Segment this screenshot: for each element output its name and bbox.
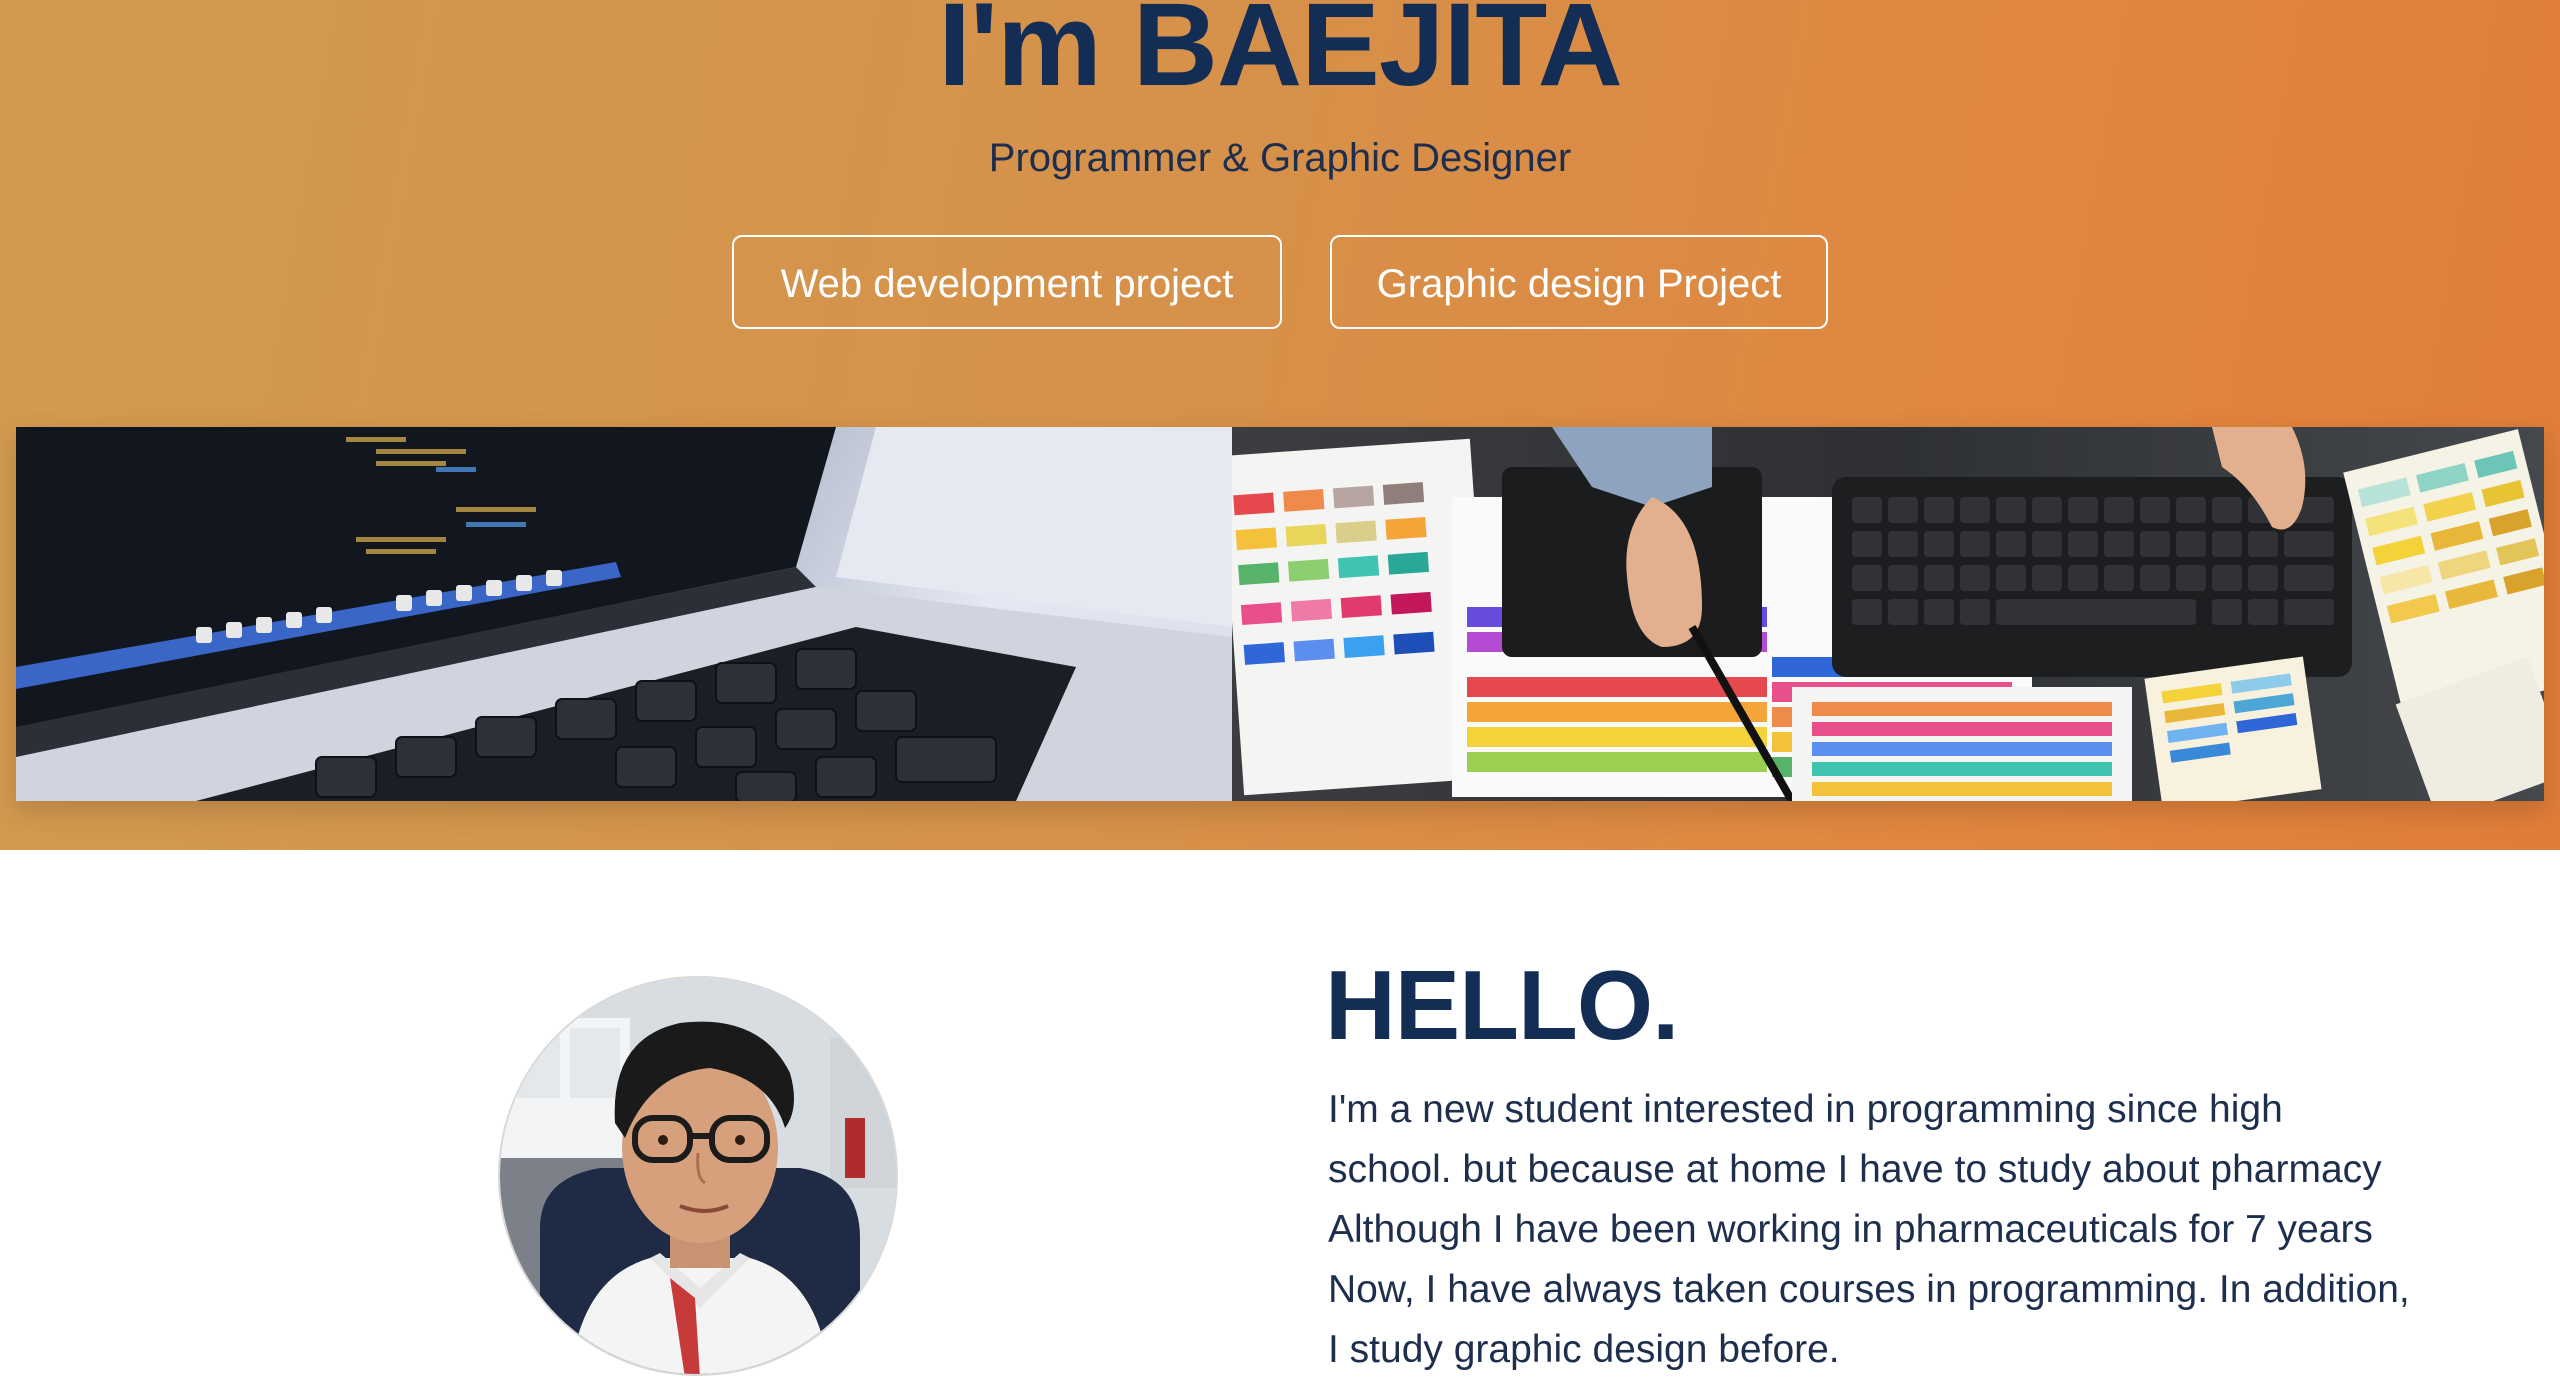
about-bio: I'm a new student interested in programm… bbox=[1328, 1080, 2428, 1380]
bio-line: I'm a new student interested in programm… bbox=[1328, 1088, 2283, 1131]
about-heading: HELLO. bbox=[1325, 950, 1679, 1060]
about-section: HELLO. I'm a new student interested in p… bbox=[0, 850, 2560, 1376]
web-development-project-button[interactable]: Web development project bbox=[732, 235, 1282, 329]
bio-line: Although I have been working in pharmace… bbox=[1328, 1208, 2373, 1251]
graphic-design-project-button[interactable]: Graphic design Project bbox=[1330, 235, 1828, 329]
hero-subtitle: Programmer & Graphic Designer bbox=[988, 136, 1572, 180]
bio-line: I study graphic design before. bbox=[1328, 1328, 1840, 1371]
hero-title: I'm BAEJITA bbox=[938, 0, 1623, 111]
bio-line: school. but because at home I have to st… bbox=[1328, 1148, 2382, 1191]
bio-line: Now, I have always taken courses in prog… bbox=[1328, 1268, 2410, 1311]
laptop-photo bbox=[16, 427, 1232, 801]
hero-banner bbox=[16, 427, 2544, 801]
hero-section: I'm BAEJITA Programmer & Graphic Designe… bbox=[0, 0, 2560, 850]
profile-avatar bbox=[498, 976, 898, 1376]
graphic-design-photo bbox=[1232, 427, 2544, 801]
